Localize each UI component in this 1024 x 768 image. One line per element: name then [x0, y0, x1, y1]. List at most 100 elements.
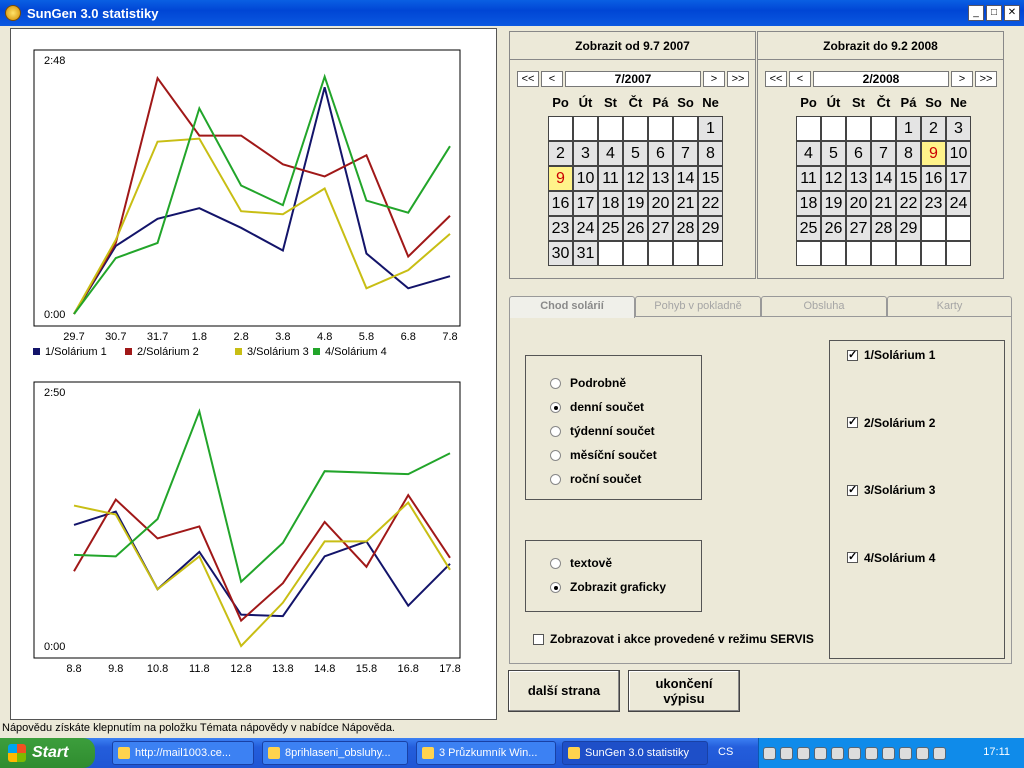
day-cell[interactable]: 1 [896, 116, 921, 141]
day-cell[interactable]: 14 [673, 166, 698, 191]
day-cell[interactable]: 17 [573, 191, 598, 216]
task-sungen[interactable]: SunGen 3.0 statistiky [562, 741, 708, 765]
task-pruzkumnik[interactable]: 3 Průzkumník Win... [416, 741, 556, 765]
day-cell[interactable]: 12 [623, 166, 648, 191]
day-cell[interactable]: 11 [598, 166, 623, 191]
day-cell[interactable]: 7 [673, 141, 698, 166]
radio-button[interactable] [550, 449, 561, 461]
day-cell[interactable]: 1 [698, 116, 723, 141]
day-cell[interactable]: 18 [598, 191, 623, 216]
next-year-button[interactable]: >> [975, 71, 997, 87]
day-cell[interactable]: 26 [623, 216, 648, 241]
day-cell[interactable]: 23 [548, 216, 573, 241]
day-cell[interactable]: 3 [946, 116, 971, 141]
day-cell[interactable]: 25 [598, 216, 623, 241]
tray-icon[interactable] [814, 746, 827, 760]
day-cell[interactable]: 31 [573, 241, 598, 266]
solarium-checkbox[interactable]: ✓ 1/Solárium 1 [847, 348, 935, 362]
radio-button[interactable] [550, 425, 561, 437]
day-cell[interactable]: 2 [921, 116, 946, 141]
day-cell[interactable]: 19 [821, 191, 846, 216]
radio-option[interactable]: měsíční součet [550, 448, 657, 462]
checkbox-box[interactable]: ✓ [847, 552, 858, 563]
day-cell[interactable]: 4 [598, 141, 623, 166]
tray-icon[interactable] [933, 746, 946, 760]
checkbox-box[interactable] [533, 633, 544, 645]
radio-button[interactable] [550, 401, 561, 413]
maximize-button[interactable]: □ [986, 5, 1002, 21]
radio-option[interactable]: Podrobně [550, 376, 626, 390]
day-cell[interactable]: 16 [548, 191, 573, 216]
checkbox-box[interactable]: ✓ [847, 349, 858, 361]
servis-checkbox[interactable]: Zobrazovat i akce provedené v režimu SER… [533, 632, 814, 646]
next-month-button[interactable]: > [703, 71, 725, 87]
day-cell[interactable]: 23 [921, 191, 946, 216]
next-month-button[interactable]: > [951, 71, 973, 87]
day-cell[interactable]: 13 [846, 166, 871, 191]
day-cell[interactable]: 28 [871, 216, 896, 241]
tab-karty[interactable]: Karty [887, 296, 1012, 316]
radio-option[interactable]: Zobrazit graficky [550, 580, 666, 594]
day-cell[interactable]: 12 [821, 166, 846, 191]
day-cell[interactable]: 20 [846, 191, 871, 216]
day-cell[interactable]: 10 [946, 141, 971, 166]
day-cell[interactable]: 24 [573, 216, 598, 241]
day-cell[interactable]: 22 [698, 191, 723, 216]
radio-button[interactable] [550, 473, 561, 485]
day-cell[interactable]: 5 [623, 141, 648, 166]
tray-icon[interactable] [865, 746, 878, 760]
prev-month-button[interactable]: < [789, 71, 811, 87]
day-cell[interactable]: 21 [673, 191, 698, 216]
day-cell[interactable]: 20 [648, 191, 673, 216]
solarium-checkbox[interactable]: ✓ 3/Solárium 3 [847, 483, 935, 497]
tab-obsluha[interactable]: Obsluha [761, 296, 887, 316]
radio-option[interactable]: týdenní součet [550, 424, 655, 438]
tab-pohyb-v-pokladne[interactable]: Pohyb v pokladně [635, 296, 761, 316]
day-cell[interactable]: 9 [548, 166, 573, 191]
day-cell[interactable]: 17 [946, 166, 971, 191]
minimize-button[interactable]: _ [968, 5, 984, 21]
end-report-button[interactable]: ukončení výpisu [628, 670, 740, 712]
day-cell[interactable]: 30 [548, 241, 573, 266]
tray-icon[interactable] [797, 746, 810, 760]
radio-option[interactable]: denní součet [550, 400, 644, 414]
radio-button[interactable] [550, 557, 561, 569]
day-cell[interactable]: 6 [846, 141, 871, 166]
radio-button[interactable] [550, 377, 561, 389]
language-indicator[interactable]: CS [718, 746, 733, 758]
day-cell[interactable]: 15 [698, 166, 723, 191]
next-page-button[interactable]: další strana [508, 670, 620, 712]
day-cell[interactable]: 11 [796, 166, 821, 191]
day-cell[interactable]: 29 [896, 216, 921, 241]
day-cell[interactable]: 3 [573, 141, 598, 166]
tray-icon[interactable] [763, 746, 776, 760]
day-cell[interactable]: 14 [871, 166, 896, 191]
tray-icon[interactable] [848, 746, 861, 760]
prev-year-button[interactable]: << [517, 71, 539, 87]
day-cell[interactable]: 29 [698, 216, 723, 241]
day-cell[interactable]: 26 [821, 216, 846, 241]
day-cell[interactable]: 27 [648, 216, 673, 241]
day-cell[interactable]: 6 [648, 141, 673, 166]
next-year-button[interactable]: >> [727, 71, 749, 87]
day-cell[interactable]: 7 [871, 141, 896, 166]
radio-button[interactable] [550, 581, 561, 593]
day-cell[interactable]: 8 [896, 141, 921, 166]
day-cell[interactable]: 13 [648, 166, 673, 191]
tray-icon[interactable] [882, 746, 895, 760]
solarium-checkbox[interactable]: ✓ 4/Solárium 4 [847, 551, 935, 565]
day-cell[interactable]: 19 [623, 191, 648, 216]
tray-icon[interactable] [831, 746, 844, 760]
task-prihlaseni[interactable]: 8prihlaseni_obsluhy... [262, 741, 408, 765]
prev-month-button[interactable]: < [541, 71, 563, 87]
task-mail[interactable]: http://mail1003.ce... [112, 741, 254, 765]
day-cell[interactable]: 4 [796, 141, 821, 166]
checkbox-box[interactable]: ✓ [847, 417, 858, 428]
checkbox-box[interactable]: ✓ [847, 484, 858, 496]
radio-option[interactable]: textově [550, 556, 612, 570]
close-button[interactable]: ✕ [1004, 5, 1020, 21]
day-cell[interactable]: 24 [946, 191, 971, 216]
day-cell[interactable]: 15 [896, 166, 921, 191]
tray-icon[interactable] [899, 746, 912, 760]
day-cell[interactable]: 16 [921, 166, 946, 191]
